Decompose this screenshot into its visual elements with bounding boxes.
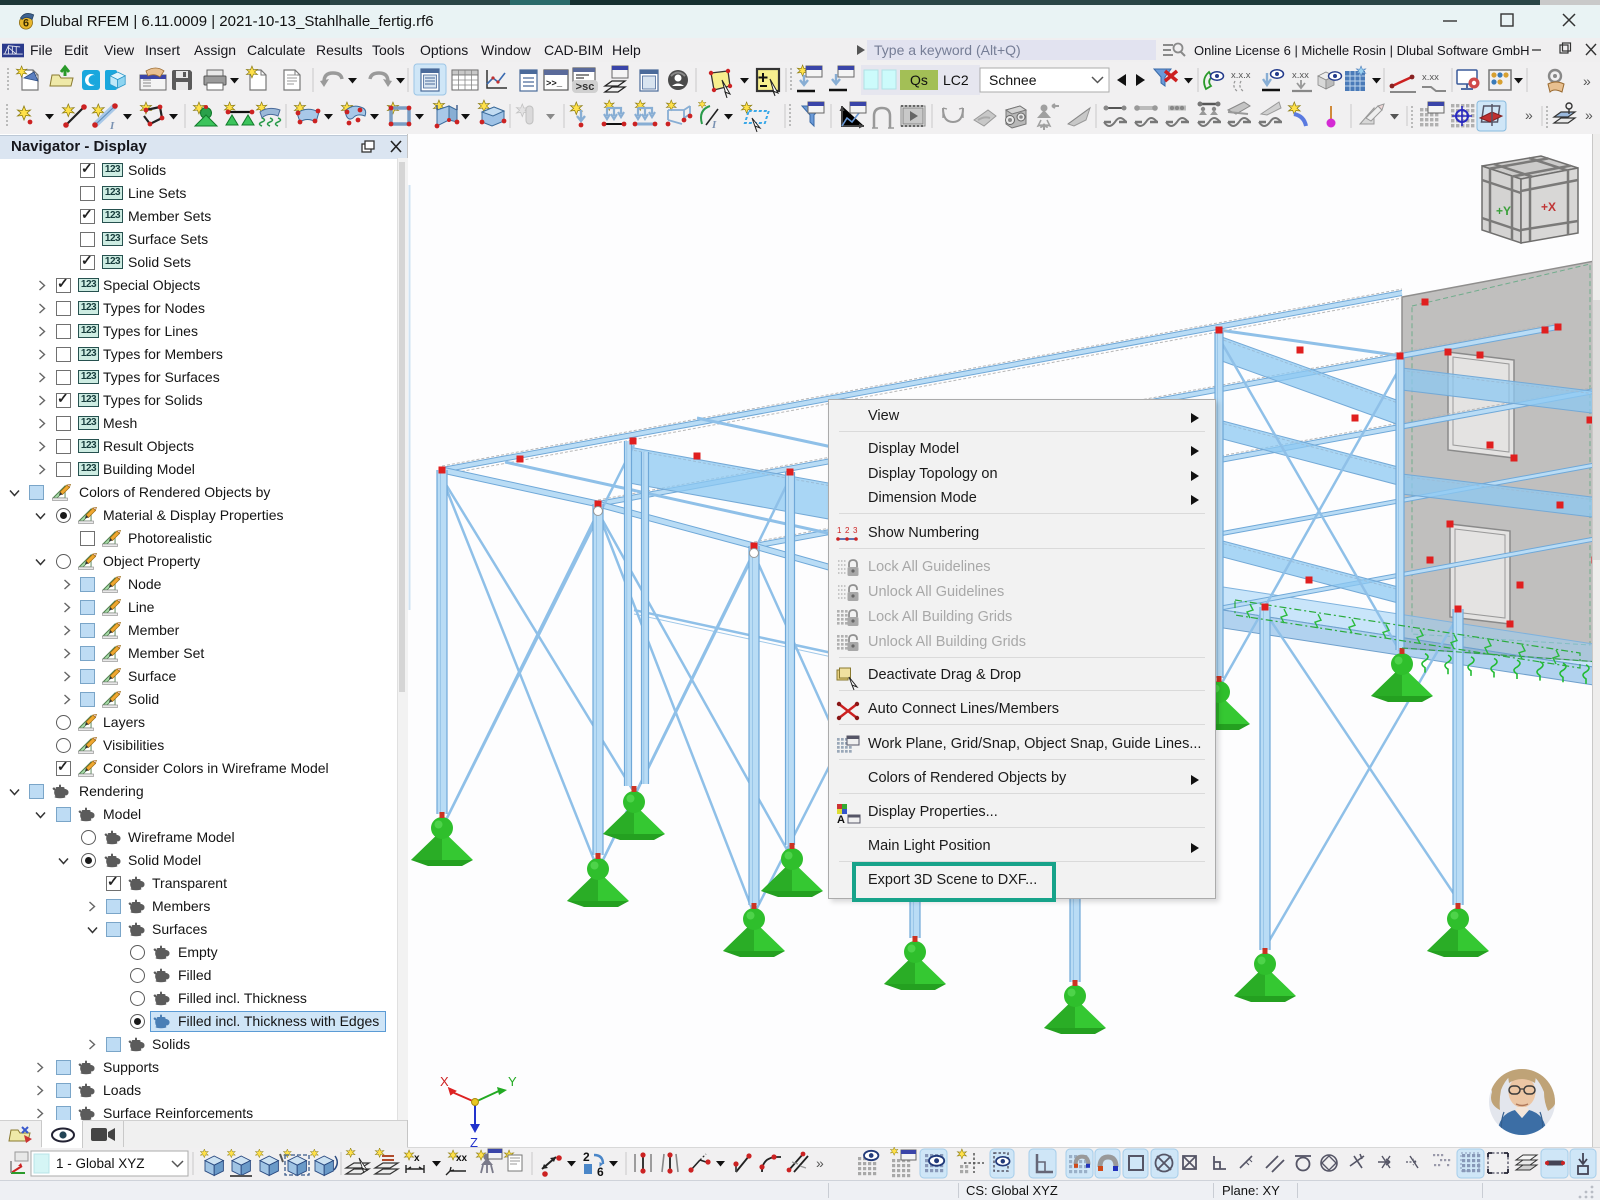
svg-text:2: 2: [845, 526, 850, 535]
svg-text:»: »: [1583, 73, 1591, 89]
svg-text:Schnee: Schnee: [989, 72, 1037, 88]
svg-text:x: x: [414, 1153, 420, 1164]
svg-text:I: I: [109, 120, 115, 132]
svg-text:»: »: [1585, 107, 1593, 123]
svg-text:1: 1: [837, 526, 842, 535]
svg-text:»: »: [816, 1155, 824, 1171]
svg-text:6: 6: [597, 1165, 604, 1179]
svg-text:X: X: [440, 1074, 449, 1089]
svg-text:3: 3: [853, 526, 858, 535]
svg-text:LC2: LC2: [943, 72, 969, 88]
svg-text:+X: +X: [1541, 200, 1556, 214]
svg-text:x.xx: x.xx: [1422, 72, 1439, 83]
svg-text:2: 2: [583, 1150, 590, 1164]
svg-text:A: A: [837, 814, 845, 826]
svg-text:+Y: +Y: [1496, 204, 1511, 218]
svg-text:I: I: [711, 119, 717, 131]
svg-text:Z: Z: [470, 1135, 478, 1147]
svg-text:Y: Y: [508, 1074, 517, 1089]
svg-text:x.x.x: x.x.x: [1231, 70, 1251, 81]
svg-text:1 - Global XYZ: 1 - Global XYZ: [56, 1156, 145, 1171]
svg-text:x.xx: x.xx: [1292, 70, 1309, 81]
svg-text:6: 6: [23, 17, 29, 29]
svg-text:xx: xx: [456, 1153, 468, 1164]
svg-text:»: »: [1525, 107, 1533, 123]
svg-text:Qs: Qs: [910, 72, 928, 88]
svg-text:>sc: >sc: [576, 81, 595, 93]
svg-text:>>_: >>_: [546, 79, 563, 89]
